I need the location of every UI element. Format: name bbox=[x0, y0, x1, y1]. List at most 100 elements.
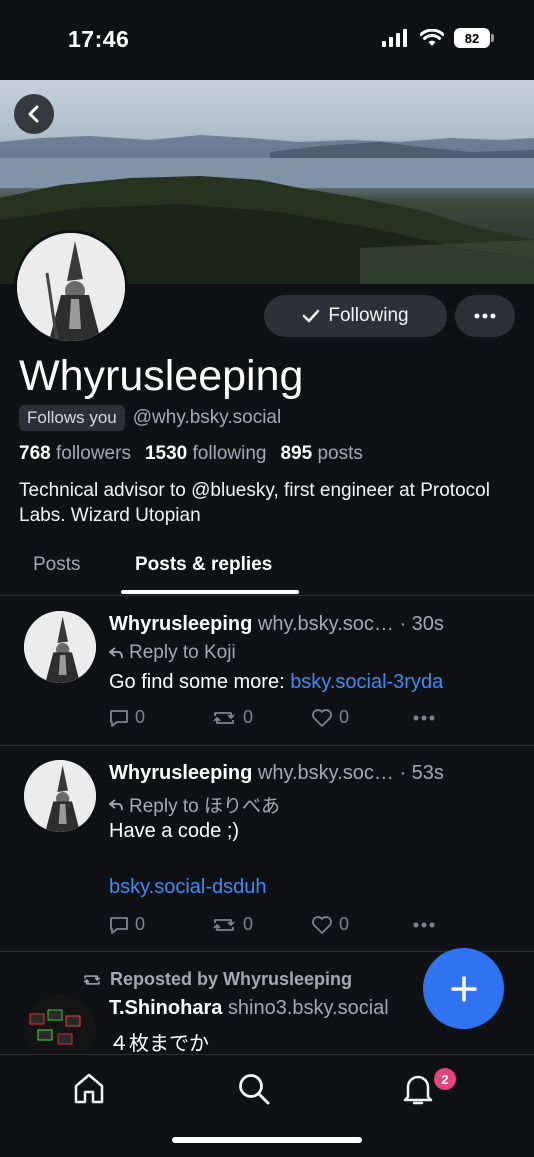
repost-arrows-icon bbox=[213, 918, 235, 931]
post-actions: 0 0 0 bbox=[109, 914, 439, 938]
speech-bubble-icon bbox=[110, 916, 128, 934]
ellipsis-icon bbox=[474, 313, 496, 319]
reply-to-text: Reply to Koji bbox=[129, 642, 236, 663]
back-button[interactable] bbox=[14, 94, 54, 134]
heart-icon bbox=[312, 915, 332, 934]
followers-stat[interactable]: 768 followers bbox=[19, 443, 131, 465]
post-author[interactable]: Whyrusleeping bbox=[109, 613, 252, 635]
repost-button[interactable]: 0 bbox=[211, 914, 253, 935]
repost-arrows-icon bbox=[213, 711, 235, 724]
heart-icon bbox=[312, 708, 332, 727]
home-icon bbox=[74, 1073, 104, 1104]
followers-count: 768 bbox=[19, 443, 51, 464]
ellipsis-icon bbox=[413, 922, 435, 928]
following-button[interactable]: Following bbox=[264, 295, 447, 337]
post-text: Have a code ;) bbox=[109, 820, 240, 842]
post-more-button[interactable] bbox=[413, 715, 435, 721]
chevron-left-icon bbox=[28, 105, 39, 123]
post-time: · 30s bbox=[399, 613, 444, 635]
following-stat[interactable]: 1530 following bbox=[145, 443, 267, 465]
bell-icon bbox=[403, 1075, 433, 1105]
post-handle: shino3.bsky.social bbox=[227, 997, 389, 1019]
nav-search[interactable] bbox=[234, 1069, 274, 1109]
repost-label-text: Reposted by Whyrusleeping bbox=[110, 969, 353, 989]
ellipsis-icon bbox=[413, 715, 435, 721]
wifi-icon bbox=[420, 29, 444, 46]
post-author[interactable]: T.Shinohara bbox=[109, 997, 222, 1019]
reply-to-line[interactable]: Reply to ほりべあ bbox=[109, 791, 280, 818]
tab-posts[interactable]: Posts bbox=[33, 554, 81, 576]
check-icon bbox=[303, 309, 320, 323]
followers-label: followers bbox=[55, 443, 131, 464]
battery-indicator: 82 bbox=[454, 28, 494, 48]
feed-post[interactable]: Whyrusleeping why.bsky.soc… · 30s Reply … bbox=[0, 597, 534, 746]
post-avatar[interactable] bbox=[24, 611, 96, 683]
following-button-label: Following bbox=[328, 305, 409, 326]
profile-more-button[interactable] bbox=[455, 295, 515, 337]
home-indicator bbox=[172, 1137, 362, 1143]
post-body: Go find some more: bbox=[109, 671, 291, 693]
posts-label: posts bbox=[317, 443, 363, 464]
post-actions: 0 0 0 bbox=[109, 707, 439, 731]
post-avatar[interactable] bbox=[24, 760, 96, 832]
active-tab-indicator bbox=[121, 590, 299, 594]
wizard-avatar-image bbox=[17, 233, 125, 341]
repost-count: 0 bbox=[243, 914, 254, 934]
feed-post[interactable]: Whyrusleeping why.bsky.soc… · 53s Reply … bbox=[0, 746, 534, 952]
reply-count: 0 bbox=[135, 707, 146, 727]
post-text: ４枚までか bbox=[109, 1033, 209, 1055]
repost-label[interactable]: Reposted by Whyrusleeping bbox=[82, 969, 352, 990]
reply-to-text: Reply to ほりべあ bbox=[129, 796, 280, 817]
notification-badge: 2 bbox=[434, 1068, 456, 1090]
follows-you-badge: Follows you bbox=[19, 405, 125, 431]
like-button[interactable]: 0 bbox=[311, 707, 349, 728]
post-more-button[interactable] bbox=[413, 922, 435, 928]
like-count: 0 bbox=[339, 914, 350, 934]
post-header: T.Shinohara shino3.bsky.social bbox=[109, 997, 389, 1020]
search-icon bbox=[239, 1074, 270, 1105]
like-button[interactable]: 0 bbox=[311, 914, 349, 935]
status-time: 17:46 bbox=[68, 26, 130, 52]
repost-arrows-icon bbox=[83, 974, 101, 985]
wizard-avatar-image bbox=[24, 611, 96, 683]
post-header: Whyrusleeping why.bsky.soc… · 53s bbox=[109, 762, 444, 785]
post-link[interactable]: bsky.social-3ryda bbox=[290, 671, 443, 693]
plus-icon bbox=[450, 975, 477, 1002]
reply-button[interactable]: 0 bbox=[109, 707, 145, 728]
profile-avatar[interactable] bbox=[14, 230, 128, 344]
signal-icon bbox=[382, 29, 407, 47]
post-handle: why.bsky.soc… bbox=[257, 613, 394, 635]
reply-arrow-icon bbox=[109, 798, 123, 810]
nav-home[interactable] bbox=[69, 1069, 109, 1109]
reply-to-line[interactable]: Reply to Koji bbox=[109, 642, 236, 664]
wizard-avatar-image bbox=[24, 760, 96, 832]
repost-button[interactable]: 0 bbox=[211, 707, 253, 728]
profile-tabs: Posts Posts & replies bbox=[0, 548, 534, 596]
profile-handle: @why.bsky.social bbox=[132, 407, 282, 428]
reply-count: 0 bbox=[135, 914, 146, 934]
profile-bio: Technical advisor to @bluesky, first eng… bbox=[19, 480, 490, 526]
profile-stats: 768 followers 1530 following 895 posts bbox=[19, 443, 363, 465]
post-time: · 53s bbox=[399, 762, 444, 784]
nav-notifications[interactable] bbox=[398, 1069, 438, 1109]
display-name: Whyrusleeping bbox=[19, 352, 304, 400]
post-header: Whyrusleeping why.bsky.soc… · 30s bbox=[109, 613, 444, 636]
compose-button[interactable] bbox=[423, 948, 504, 1029]
post-link[interactable]: bsky.social-dsduh bbox=[109, 876, 266, 899]
reply-button[interactable]: 0 bbox=[109, 914, 145, 935]
following-count: 1530 bbox=[144, 443, 188, 464]
reply-arrow-icon bbox=[109, 647, 123, 659]
following-label: following bbox=[192, 443, 267, 464]
speech-bubble-icon bbox=[110, 709, 128, 727]
like-count: 0 bbox=[339, 707, 350, 727]
tab-posts-and-replies[interactable]: Posts & replies bbox=[135, 554, 272, 576]
status-icons: 82 bbox=[382, 28, 494, 48]
repost-count: 0 bbox=[243, 707, 254, 727]
posts-stat: 895 posts bbox=[280, 443, 362, 465]
status-bar: 17:46 82 bbox=[0, 0, 534, 80]
posts-count: 895 bbox=[280, 443, 313, 464]
post-text: Go find some more: bsky.social-3ryda bbox=[109, 671, 443, 694]
post-handle: why.bsky.soc… bbox=[257, 762, 394, 784]
handle-row: Follows you @why.bsky.social bbox=[19, 405, 281, 431]
post-author[interactable]: Whyrusleeping bbox=[109, 762, 252, 784]
